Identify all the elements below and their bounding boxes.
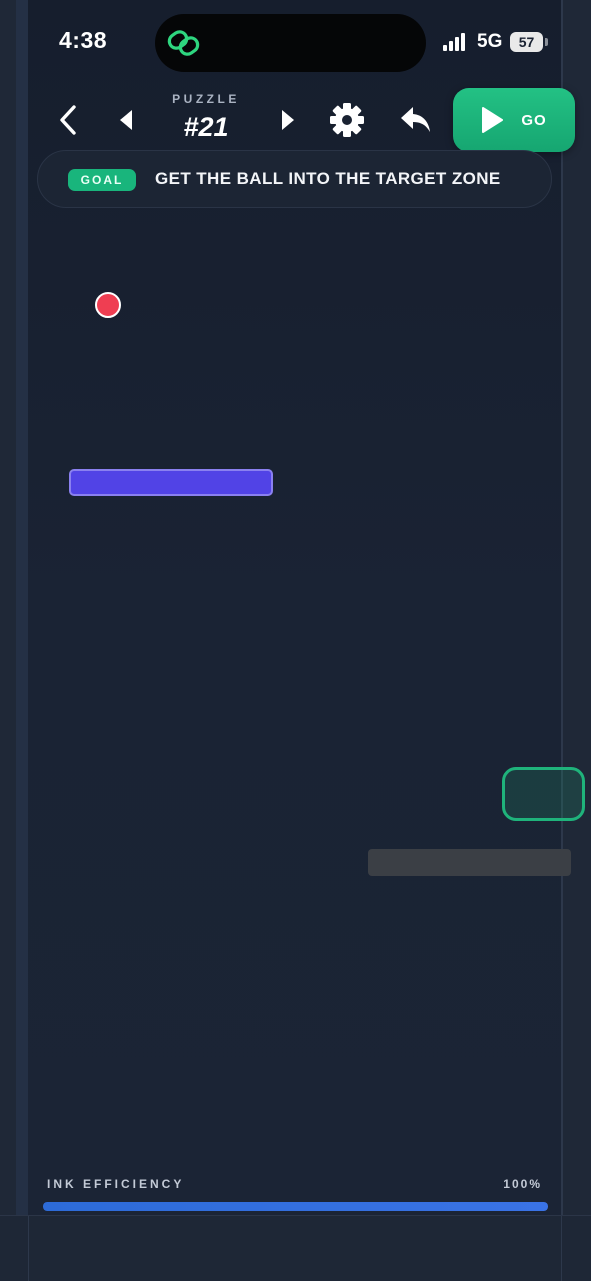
go-label: GO <box>521 111 547 129</box>
bottom-band <box>0 1215 591 1281</box>
right-gutter <box>561 0 591 1280</box>
next-puzzle-button[interactable] <box>272 102 304 138</box>
status-time: 4:38 <box>59 27 108 53</box>
link-rings-icon <box>167 30 200 56</box>
puzzle-caption: PUZZLE <box>172 92 240 106</box>
goal-badge: GOAL <box>68 169 136 191</box>
previous-puzzle-button[interactable] <box>110 102 142 138</box>
target-zone <box>502 767 585 821</box>
go-button[interactable]: GO <box>453 88 575 152</box>
signal-icon <box>443 33 471 51</box>
static-platform <box>368 849 571 876</box>
ink-efficiency-fill <box>43 1202 548 1211</box>
drawn-platform[interactable] <box>69 469 273 496</box>
gear-icon <box>330 103 364 137</box>
ink-efficiency-bar <box>43 1202 548 1211</box>
ink-efficiency-label: INK EFFICIENCY <box>47 1177 185 1191</box>
undo-arrow-icon <box>401 107 430 132</box>
triangle-right-icon <box>282 110 294 130</box>
left-gutter <box>0 0 28 1280</box>
goal-banner: GOAL GET THE BALL INTO THE TARGET ZONE <box>37 150 552 208</box>
back-button[interactable] <box>50 100 86 140</box>
battery-level: 57 <box>510 32 543 52</box>
play-icon <box>482 107 504 133</box>
settings-button[interactable] <box>324 96 370 144</box>
undo-button[interactable] <box>392 98 440 142</box>
battery-tip <box>545 38 548 46</box>
ink-efficiency-value: 100% <box>503 1177 542 1191</box>
ball[interactable] <box>95 292 121 318</box>
goal-text: GET THE BALL INTO THE TARGET ZONE <box>155 169 501 188</box>
network-type: 5G <box>477 31 503 52</box>
triangle-left-icon <box>120 110 132 130</box>
chevron-left-icon <box>60 105 76 135</box>
puzzle-number: #21 <box>183 112 229 142</box>
